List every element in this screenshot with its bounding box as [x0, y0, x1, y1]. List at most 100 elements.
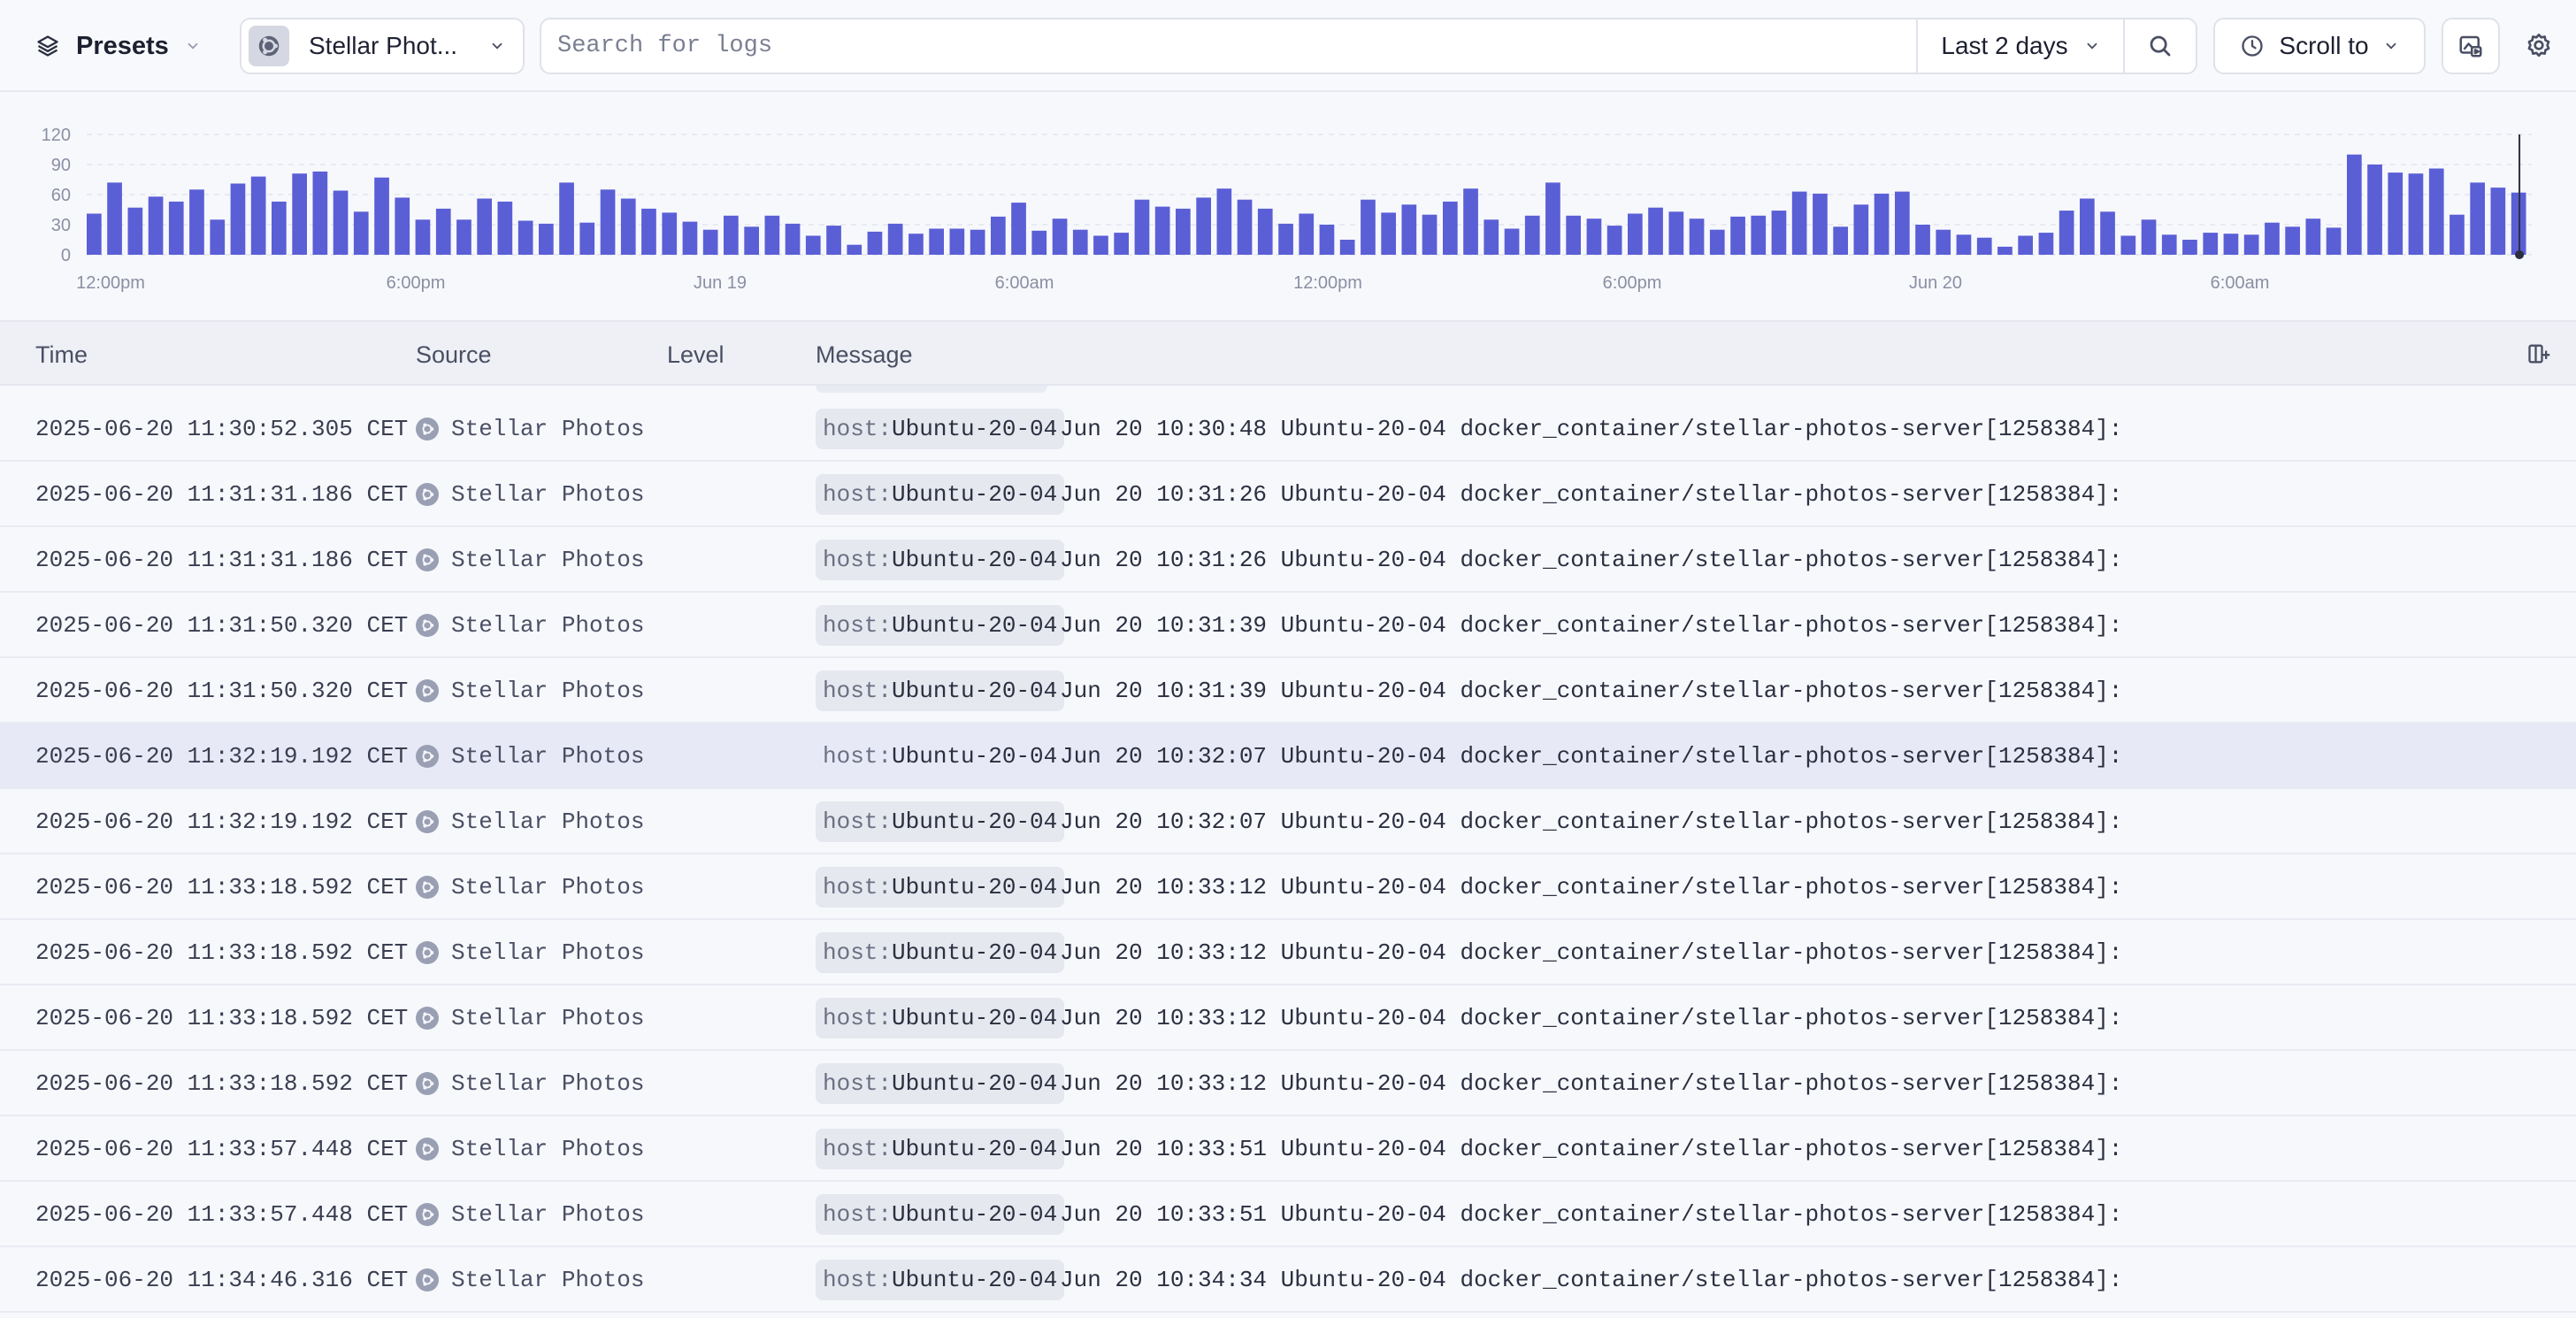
histogram-bar[interactable] — [1134, 199, 1150, 255]
column-header-level[interactable]: Level — [667, 341, 724, 369]
table-row[interactable]: 2025-06-20 11:31:31.186 CET Stellar Photo… — [0, 527, 2576, 593]
table-row[interactable]: 2025-06-20 11:32:19.192 CET Stellar Photo… — [0, 789, 2576, 854]
log-volume-histogram[interactable]: 120 90 60 30 0 12:00pm 6:00pm Jun 19 6:00am 12:00… — [0, 94, 2576, 320]
histogram-bar[interactable] — [1031, 230, 1047, 255]
histogram-bar[interactable] — [395, 197, 410, 255]
histogram-bar[interactable] — [847, 244, 862, 255]
histogram-bar[interactable] — [2326, 227, 2342, 255]
histogram-bar[interactable] — [1586, 218, 1602, 255]
histogram-bar[interactable] — [2058, 211, 2074, 255]
histogram-bar[interactable] — [887, 223, 903, 255]
histogram-bar[interactable] — [1401, 204, 1417, 255]
host-tag[interactable]: host: Ubuntu-20-04 — [816, 670, 1065, 711]
histogram-bar[interactable] — [1361, 199, 1376, 255]
histogram-bar[interactable] — [1484, 219, 1499, 255]
histogram-bar[interactable] — [1011, 203, 1026, 255]
host-tag[interactable]: host: Ubuntu-20-04 — [816, 474, 1065, 515]
histogram-bar[interactable] — [2285, 226, 2300, 255]
host-tag[interactable]: host: Ubuntu-20-04 — [816, 736, 1064, 777]
histogram-bar[interactable] — [1791, 191, 1807, 255]
table-row[interactable]: 2025-06-20 11:31:50.320 CET Stellar Photo… — [0, 658, 2576, 724]
table-row[interactable]: 2025-06-20 11:33:18.592 CET Stellar Photo… — [0, 1051, 2576, 1116]
histogram-bar[interactable] — [210, 219, 226, 255]
histogram-bar[interactable] — [127, 207, 143, 255]
histogram-bar[interactable] — [2265, 222, 2280, 255]
histogram-bar[interactable] — [477, 198, 492, 256]
histogram-bar[interactable] — [2470, 182, 2485, 255]
histogram-bar[interactable] — [2305, 218, 2321, 255]
histogram-bar[interactable] — [1072, 229, 1088, 255]
host-tag[interactable]: host: Ubuntu-20-04 — [816, 1194, 1065, 1235]
log-rows[interactable]: 2025-06-20 11:30:52.305 CET Stellar Photo… — [0, 386, 2576, 1318]
histogram-bar[interactable] — [148, 196, 164, 255]
histogram-bar[interactable] — [1381, 212, 1396, 255]
histogram-bar[interactable] — [250, 176, 266, 255]
time-cursor-handle[interactable] — [2515, 250, 2525, 259]
histogram-bar[interactable] — [230, 183, 246, 256]
histogram-bar[interactable] — [2182, 240, 2197, 255]
host-tag[interactable]: host: Ubuntu-20-04 — [816, 801, 1065, 842]
histogram-bar[interactable] — [682, 221, 698, 255]
histogram-bar[interactable] — [702, 229, 718, 255]
settings-button[interactable] — [2521, 28, 2557, 64]
histogram-bar[interactable] — [1216, 188, 1232, 255]
histogram-bar[interactable] — [1915, 225, 1930, 255]
histogram-bar[interactable] — [1648, 207, 1663, 255]
histogram-bar[interactable] — [600, 189, 616, 255]
histogram-bar[interactable] — [2367, 165, 2382, 255]
presets-button[interactable]: Presets — [35, 19, 201, 73]
histogram-bar[interactable] — [1895, 191, 1910, 255]
live-view-button[interactable] — [2442, 18, 2500, 74]
search-input[interactable] — [541, 19, 1916, 73]
histogram-bar[interactable] — [1874, 193, 1890, 255]
column-settings-icon[interactable] — [2526, 341, 2551, 366]
host-tag[interactable]: host: Ubuntu-20-04 — [816, 867, 1065, 908]
histogram-bar[interactable] — [292, 173, 307, 255]
histogram-bar[interactable] — [1545, 182, 1560, 255]
histogram-bar[interactable] — [1956, 234, 1972, 255]
histogram-bar[interactable] — [1114, 233, 1129, 255]
table-row[interactable]: 2025-06-20 11:31:31.186 CET Stellar Photo… — [0, 462, 2576, 527]
histogram-bar[interactable] — [1339, 240, 1355, 255]
histogram-bar[interactable] — [435, 208, 451, 255]
histogram-bar[interactable] — [1257, 208, 1273, 255]
histogram-bar[interactable] — [908, 234, 924, 255]
histogram-bar[interactable] — [785, 223, 801, 255]
host-tag[interactable]: host: Ubuntu-20-04 — [816, 1260, 1065, 1300]
source-select[interactable]: Stellar Phot... — [240, 18, 525, 74]
histogram-bar[interactable] — [744, 226, 759, 255]
table-row[interactable]: 2025-06-20 11:33:57.448 CET Stellar Photo… — [0, 1182, 2576, 1247]
table-row[interactable]: 2025-06-20 11:33:18.592 CET Stellar Photo… — [0, 985, 2576, 1051]
histogram-bar[interactable] — [2428, 168, 2444, 256]
histogram-bar[interactable] — [168, 201, 184, 255]
histogram-bar[interactable] — [2347, 154, 2362, 255]
histogram-bar[interactable] — [2018, 235, 2033, 256]
histogram-bar[interactable] — [949, 228, 965, 256]
histogram-bar[interactable] — [1463, 188, 1478, 255]
histogram-bar[interactable] — [415, 219, 431, 255]
histogram-bar[interactable] — [559, 182, 574, 255]
histogram-bar[interactable] — [2243, 234, 2259, 255]
histogram-bar[interactable] — [353, 211, 369, 255]
table-row[interactable]: 2025-06-20 11:33:18.592 CET Stellar Photo… — [0, 920, 2576, 985]
host-tag[interactable]: host: Ubuntu-20-04 — [816, 932, 1065, 973]
histogram-bar[interactable] — [1319, 225, 1335, 255]
histogram-bar[interactable] — [929, 228, 944, 256]
histogram-bar[interactable] — [1628, 213, 1643, 256]
histogram-bar[interactable] — [2223, 234, 2239, 255]
histogram-bar[interactable] — [1422, 214, 1438, 255]
histogram-bar[interactable] — [1936, 229, 1951, 255]
histogram-bar[interactable] — [1668, 211, 1684, 255]
histogram-bar[interactable] — [620, 198, 636, 256]
table-row[interactable]: 2025-06-20 11:32:19.192 CET Stellar Photo… — [0, 724, 2576, 789]
histogram-bar[interactable] — [2388, 172, 2404, 255]
column-header-message[interactable]: Message — [816, 341, 913, 369]
histogram-bar[interactable] — [1771, 211, 1787, 255]
histogram-bar[interactable] — [456, 219, 472, 255]
histogram-bar[interactable] — [1566, 215, 1581, 255]
histogram-bar[interactable] — [2408, 173, 2424, 255]
histogram-bar[interactable] — [1278, 223, 1293, 255]
scroll-to-button[interactable]: Scroll to — [2213, 18, 2426, 74]
histogram-bar[interactable] — [312, 171, 328, 255]
histogram-bar[interactable] — [1709, 229, 1725, 255]
